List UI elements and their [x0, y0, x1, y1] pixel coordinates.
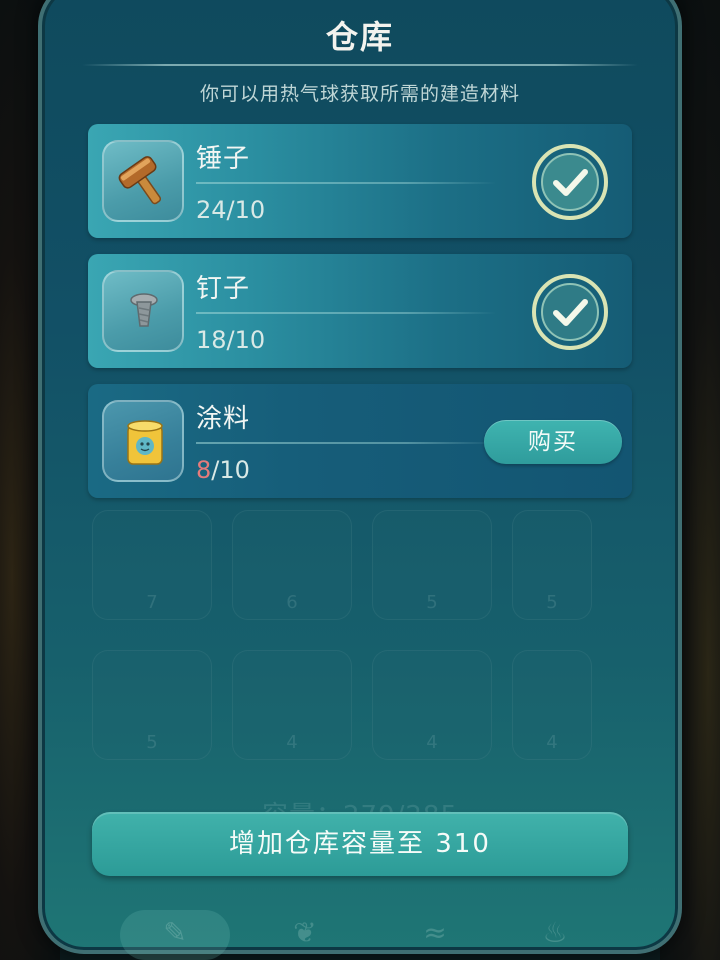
slot-count: 5: [546, 592, 558, 613]
panel-title: 仓库: [325, 18, 394, 56]
tab-plants[interactable]: ❦: [250, 910, 360, 960]
count-have: 8: [196, 456, 212, 484]
material-count: 8/10: [196, 456, 250, 484]
check-circle-icon: [532, 144, 608, 220]
buy-button[interactable]: 购买: [484, 420, 622, 464]
row-divider: [196, 182, 496, 184]
count-need: /10: [211, 456, 250, 484]
material-icon-frame: [102, 270, 184, 352]
upgrade-capacity-button[interactable]: 增加仓库容量至 310: [92, 812, 628, 876]
paint-bucket-icon: [127, 420, 163, 465]
slot-count: 5: [146, 732, 158, 753]
slot-count: 7: [146, 592, 158, 613]
slot-count: 6: [286, 592, 298, 613]
title-divider: [82, 64, 638, 66]
inventory-slot: 6: [232, 510, 352, 620]
inventory-slot: 5: [92, 650, 212, 760]
material-row-paint: 涂料 8/10 购买: [88, 384, 632, 498]
inventory-slot: 5: [512, 510, 592, 620]
slot-count: 4: [546, 732, 558, 753]
material-row-hammer: 锤子 24/10: [88, 124, 632, 238]
material-name: 涂料: [196, 404, 251, 434]
inventory-slot: 5: [372, 510, 492, 620]
bottom-tab-bar: ✎ ❦ ≈ ♨: [0, 900, 720, 960]
leaf-icon: ❦: [293, 916, 317, 949]
hammer-icon: [118, 156, 162, 205]
count-need: /10: [226, 326, 266, 354]
tab-fish[interactable]: ≈: [380, 910, 490, 960]
material-count: 18/10: [196, 326, 265, 354]
material-name: 钉子: [196, 274, 251, 304]
count-have: 24: [196, 196, 227, 224]
inventory-slot: 4: [372, 650, 492, 760]
inventory-slot: 4: [512, 650, 592, 760]
material-icon-frame: [102, 400, 184, 482]
nail-icon: [130, 293, 158, 327]
row-divider: [196, 312, 496, 314]
tab-materials[interactable]: ✎: [120, 910, 230, 960]
panel-subtitle: 你可以用热气球获取所需的建造材料: [199, 83, 520, 105]
tools-icon: ✎: [163, 916, 187, 949]
material-count: 24/10: [196, 196, 265, 224]
slot-count: 5: [426, 592, 438, 613]
fish-icon: ≈: [423, 916, 447, 949]
count-need: /10: [226, 196, 266, 224]
material-row-nail: 钉子 18/10: [88, 254, 632, 368]
slot-count: 4: [426, 732, 438, 753]
row-divider: [196, 442, 496, 444]
inventory-slot: 4: [232, 650, 352, 760]
check-circle-icon: [532, 274, 608, 350]
material-icon-frame: [102, 140, 184, 222]
count-have: 18: [196, 326, 227, 354]
tab-items[interactable]: ♨: [500, 910, 610, 960]
material-name: 锤子: [196, 144, 251, 174]
inventory-slot: 7: [92, 510, 212, 620]
pot-icon: ♨: [542, 916, 568, 949]
slot-count: 4: [286, 732, 298, 753]
